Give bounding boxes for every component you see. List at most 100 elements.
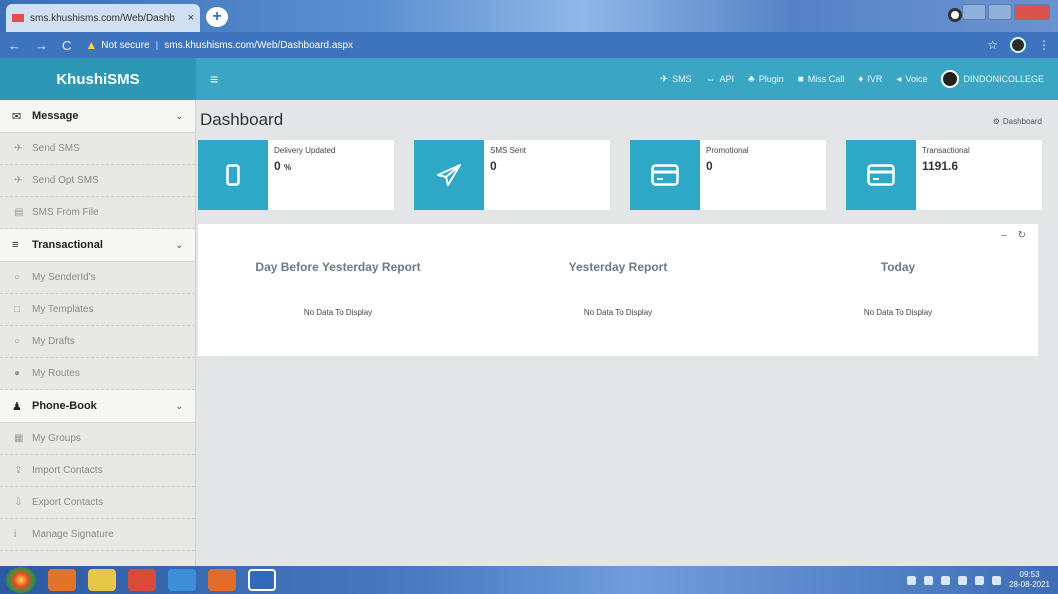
list-icon: ≡ xyxy=(12,239,19,251)
stat-value: 0 xyxy=(706,159,713,173)
stat-value: 0 xyxy=(490,159,497,173)
sidebar-item-label: Import Contacts xyxy=(32,465,103,476)
app-header: KhushiSMS ≡ ✈ SMS ⇔ API ♣ Plugin ■ Miss Call… xyxy=(0,58,1058,100)
minimize-button[interactable] xyxy=(962,4,986,20)
url-box[interactable]: ▲ Not secure | sms.khushisms.com/Web/Das… xyxy=(85,35,987,55)
sidebar-group-message[interactable]: ✉ Message ⌄ xyxy=(0,100,195,133)
topnav-ivr[interactable]: ♦ IVR xyxy=(858,74,882,85)
sidebar-item-label: Export Contacts xyxy=(32,497,104,508)
browser-tab-bar: sms.khushisms.com/Web/Dashb × + xyxy=(0,0,1058,32)
power-icon[interactable] xyxy=(975,575,985,585)
sidebar-item-manage-signature[interactable]: i Manage Signature xyxy=(0,519,195,551)
chrome-active-icon[interactable] xyxy=(248,569,276,591)
antivirus-icon[interactable] xyxy=(958,575,968,585)
breadcrumb[interactable]: ⚙ Dashboard xyxy=(993,117,1042,126)
report-empty-text: No Data To Display xyxy=(863,308,933,317)
sidebar-item-send-opt-sms[interactable]: ✈ Send Opt SMS xyxy=(0,165,195,197)
topnav-label: API xyxy=(719,74,735,84)
profile-avatar[interactable] xyxy=(1010,37,1026,53)
sidebar-group-transactional[interactable]: ≡ Transactional ⌄ xyxy=(0,229,195,262)
tab-close-button[interactable]: × xyxy=(188,12,194,24)
topnav-label: Plugin xyxy=(758,74,784,84)
maximize-button[interactable] xyxy=(988,4,1012,20)
taskbar: 09:53 28-08-2021 xyxy=(0,566,1058,594)
sidebar-item-my-senderids[interactable]: ○ My SenderId's xyxy=(0,262,195,294)
sidebar-group-phone-book[interactable]: ♟ Phone-Book ⌄ xyxy=(0,390,195,423)
back-button[interactable]: ← xyxy=(8,38,21,53)
topnav-voice[interactable]: ◂ Voice xyxy=(896,74,927,85)
menu-dots-icon[interactable]: ⋮ xyxy=(1038,38,1050,52)
topnav-label: IVR xyxy=(867,74,883,84)
bookmark-star-icon[interactable]: ☆ xyxy=(987,38,998,52)
start-button[interactable] xyxy=(6,567,36,593)
url-text: sms.khushisms.com/Web/Dashboard.aspx xyxy=(164,39,354,51)
sidebar-item-export-contacts[interactable]: ⇩ Export Contacts xyxy=(0,487,195,519)
folder-icon[interactable] xyxy=(88,569,116,591)
stat-number: 0 xyxy=(274,159,281,173)
topnav-plugin[interactable]: ♣ Plugin xyxy=(748,74,784,85)
topnav-miss-call[interactable]: ■ Miss Call xyxy=(798,74,845,85)
brand-logo[interactable]: KhushiSMS xyxy=(0,58,196,100)
groups-icon: ▦ xyxy=(14,433,24,444)
sidebar-item-label: My Groups xyxy=(32,433,81,444)
file-icon: ▤ xyxy=(14,207,24,218)
report-panel: – ↻ Day Before Yesterday Report No Data … xyxy=(198,224,1038,356)
clock[interactable]: 09:53 28-08-2021 xyxy=(1009,570,1050,590)
sidebar-item-my-drafts[interactable]: ○ My Drafts xyxy=(0,326,195,358)
clock-time: 09:53 xyxy=(1019,570,1040,579)
stat-card-transactional[interactable]: Transactional 1191.6 xyxy=(846,140,1042,210)
office-icon[interactable] xyxy=(208,569,236,591)
sidebar-item-label: Send Opt SMS xyxy=(32,175,99,186)
window-close-button[interactable] xyxy=(1014,4,1050,20)
forward-button[interactable]: → xyxy=(35,38,48,53)
topnav-sms[interactable]: ✈ SMS xyxy=(660,74,692,85)
chrome-taskbar-icon[interactable] xyxy=(128,569,156,591)
link-icon: ⇔ xyxy=(705,73,716,85)
network-icon[interactable] xyxy=(924,575,934,585)
stat-card-sms-sent[interactable]: SMS Sent 0 xyxy=(414,140,610,210)
url-separator: | xyxy=(155,39,159,51)
users-icon: ♟ xyxy=(12,400,22,413)
sidebar-item-my-groups[interactable]: ▦ My Groups xyxy=(0,423,195,455)
stat-card-promotional[interactable]: Promotional 0 xyxy=(630,140,826,210)
topnav-label: Voice xyxy=(905,74,928,84)
info-icon: i xyxy=(14,529,17,540)
system-tray: 09:53 28-08-2021 xyxy=(907,570,1058,590)
browser-tab[interactable]: sms.khushisms.com/Web/Dashb × xyxy=(6,4,200,32)
sidebar-item-my-routes[interactable]: ● My Routes xyxy=(0,358,195,390)
user-menu[interactable]: DINDONICOLLEGE xyxy=(941,70,1044,88)
volume-icon[interactable] xyxy=(941,575,951,585)
microphone-icon: ♦ xyxy=(858,73,864,85)
download-icon: ⇩ xyxy=(14,497,23,508)
sidebar-item-import-contacts[interactable]: ⇪ Import Contacts xyxy=(0,455,195,487)
panel-tools[interactable]: – ↻ xyxy=(1001,230,1030,241)
sidebar-item-my-templates[interactable]: □ My Templates xyxy=(0,294,195,326)
app-tray-icon[interactable] xyxy=(992,575,1002,585)
sidebar-item-label: SMS From File xyxy=(32,207,99,218)
internet-explorer-icon[interactable] xyxy=(168,569,196,591)
address-bar: ← → C ▲ Not secure | sms.khushisms.com/W… xyxy=(0,32,1058,58)
sidebar-group-label: Phone-Book xyxy=(32,400,97,412)
sidebar-item-send-sms[interactable]: ✈ Send SMS xyxy=(0,133,195,165)
report-empty-text: No Data To Display xyxy=(583,308,653,317)
envelope-icon: ✉ xyxy=(12,110,22,123)
report-title: Yesterday Report xyxy=(568,260,668,274)
not-secure-label: Not secure xyxy=(101,39,150,51)
reload-button[interactable]: C xyxy=(62,38,71,53)
new-tab-button[interactable]: + xyxy=(206,7,228,27)
sidebar-item-sms-from-file[interactable]: ▤ SMS From File xyxy=(0,197,195,229)
phone-icon: ■ xyxy=(797,73,804,85)
draft-icon: ○ xyxy=(14,336,21,347)
stat-label: Delivery Updated xyxy=(274,146,336,155)
stat-card-delivery[interactable]: Delivery Updated 0 % xyxy=(198,140,394,210)
send-icon: ✈ xyxy=(14,143,23,154)
firefox-icon[interactable] xyxy=(48,569,76,591)
topnav-api[interactable]: ⇔ API xyxy=(706,74,735,85)
sidebar-item-label: Manage Signature xyxy=(32,529,114,540)
stat-label: SMS Sent xyxy=(490,146,527,155)
flag-icon[interactable] xyxy=(907,575,917,585)
hamburger-icon[interactable]: ≡ xyxy=(210,71,218,87)
stat-unit: % xyxy=(284,163,292,172)
user-avatar xyxy=(941,70,960,88)
sidebar-item-label: My Drafts xyxy=(32,336,75,347)
